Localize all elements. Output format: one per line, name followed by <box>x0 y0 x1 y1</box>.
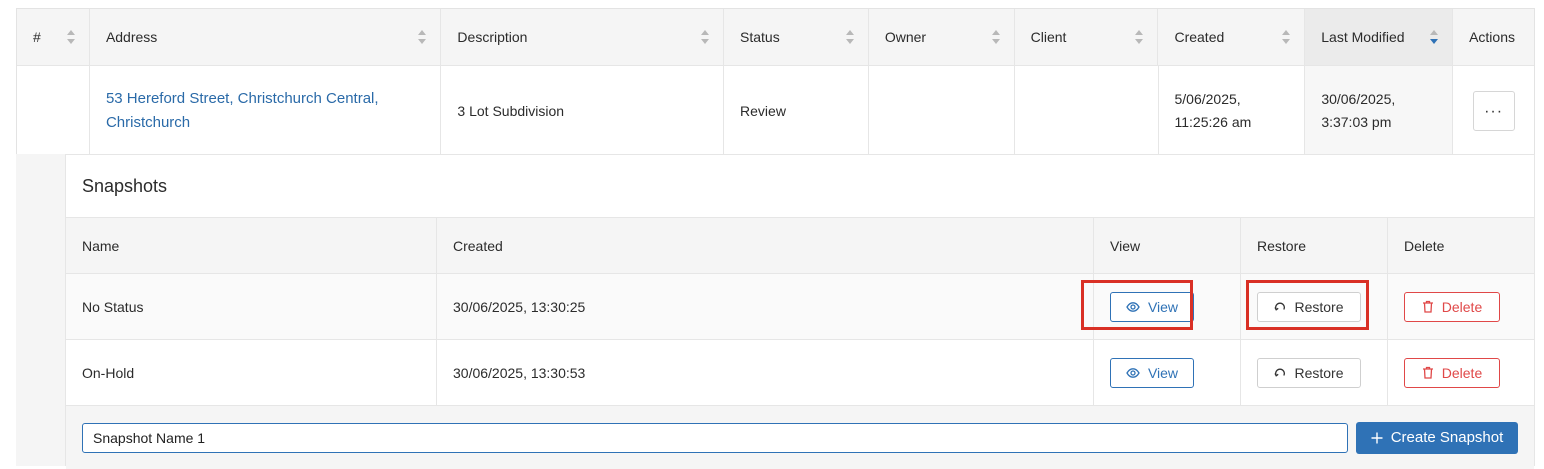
sort-icon[interactable] <box>701 30 710 44</box>
snap-col-restore: Restore <box>1241 218 1388 273</box>
snapshot-row: No Status 30/06/2025, 13:30:25 View Rest… <box>66 274 1534 340</box>
sort-icon[interactable] <box>418 30 427 44</box>
snap-col-name: Name <box>66 218 437 273</box>
restore-icon <box>1274 367 1286 379</box>
col-header-owner[interactable]: Owner <box>869 9 1015 65</box>
snapshot-name: On-Hold <box>66 340 437 405</box>
client-cell <box>1015 66 1159 156</box>
expanded-row-panel: Snapshots Name Created View Restore Dele… <box>16 154 1535 469</box>
trash-icon <box>1422 300 1434 313</box>
col-header-created[interactable]: Created <box>1158 9 1306 65</box>
snapshot-restore-cell: Restore <box>1241 274 1388 339</box>
sort-icon[interactable] <box>1135 30 1144 44</box>
address-link[interactable]: 53 Hereford Street, Christchurch Central… <box>106 87 379 135</box>
create-snapshot-bar: Create Snapshot <box>66 406 1534 469</box>
delete-snapshot-button[interactable]: Delete <box>1404 357 1500 388</box>
eye-icon <box>1126 367 1140 378</box>
page: # Address Description Status Owner Clien… <box>16 8 1535 469</box>
col-header-number[interactable]: # <box>17 9 90 65</box>
snapshots-header: Name Created View Restore Delete <box>66 218 1534 274</box>
created-cell: 5/06/2025, 11:25:26 am <box>1159 66 1306 156</box>
col-header-last-modified[interactable]: Last Modified <box>1305 9 1454 65</box>
snapshots-title: Snapshots <box>66 155 1534 218</box>
sort-icon[interactable] <box>1282 30 1291 44</box>
view-snapshot-button[interactable]: View <box>1110 357 1194 388</box>
snapshot-delete-cell: Delete <box>1388 340 1534 405</box>
sort-icon[interactable] <box>845 30 854 44</box>
last-modified-cell: 30/06/2025, 3:37:03 pm <box>1305 66 1454 156</box>
snapshot-created: 30/06/2025, 13:30:25 <box>437 274 1094 339</box>
snapshot-name: No Status <box>66 274 437 339</box>
col-header-address[interactable]: Address <box>90 9 442 65</box>
highlight-box <box>1246 280 1369 330</box>
actions-cell: ··· <box>1453 66 1534 156</box>
delete-snapshot-button[interactable]: Delete <box>1404 291 1500 322</box>
snapshots-panel: Snapshots Name Created View Restore Dele… <box>65 154 1535 469</box>
snapshot-view-cell: View <box>1081 274 1241 339</box>
highlight-box <box>1081 280 1193 330</box>
snapshot-view-cell: View <box>1094 340 1241 405</box>
snapshot-restore-cell: Restore <box>1241 340 1388 405</box>
snap-col-view: View <box>1094 218 1241 273</box>
sort-icon[interactable] <box>991 30 1000 44</box>
snap-col-created: Created <box>437 218 1094 273</box>
owner-cell <box>869 66 1015 156</box>
restore-snapshot-button[interactable]: Restore <box>1257 357 1361 388</box>
status-cell: Review <box>724 66 869 156</box>
row-number <box>17 66 90 156</box>
ellipsis-icon: ··· <box>1484 102 1504 120</box>
address-cell: 53 Hereford Street, Christchurch Central… <box>90 66 442 156</box>
snapshot-delete-cell: Delete <box>1388 274 1534 339</box>
snap-col-delete: Delete <box>1404 237 1445 254</box>
table-row[interactable]: 53 Hereford Street, Christchurch Central… <box>17 66 1534 157</box>
create-snapshot-button[interactable]: Create Snapshot <box>1356 421 1518 454</box>
col-header-status[interactable]: Status <box>724 9 869 65</box>
snapshot-created: 30/06/2025, 13:30:53 <box>437 340 1094 405</box>
col-header-client[interactable]: Client <box>1015 9 1159 65</box>
trash-icon <box>1422 366 1434 379</box>
plus-icon <box>1371 432 1383 444</box>
more-actions-button[interactable]: ··· <box>1472 91 1515 131</box>
snapshot-name-input[interactable] <box>82 422 1348 453</box>
col-header-description[interactable]: Description <box>441 9 725 65</box>
snapshot-row: On-Hold 30/06/2025, 13:30:53 View Restor… <box>66 340 1534 406</box>
sort-icon[interactable] <box>66 30 75 44</box>
sort-desc-icon[interactable] <box>1430 30 1439 44</box>
projects-table: # Address Description Status Owner Clien… <box>16 8 1535 158</box>
table-header: # Address Description Status Owner Clien… <box>17 9 1534 66</box>
description-cell: 3 Lot Subdivision <box>441 66 725 156</box>
col-header-actions: Actions <box>1469 29 1515 45</box>
